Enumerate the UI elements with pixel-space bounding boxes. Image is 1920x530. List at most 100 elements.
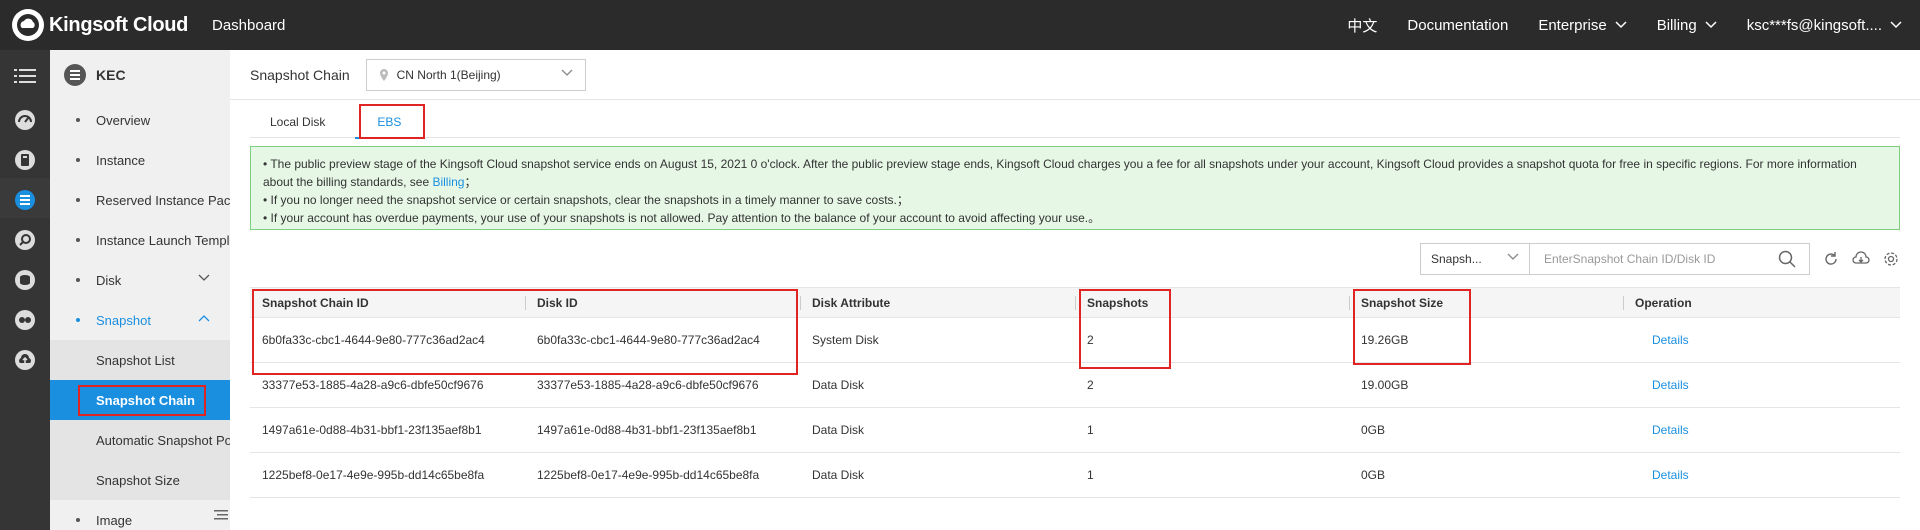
column-header-disk-attribute: Disk Attribute bbox=[800, 295, 1075, 310]
cell-disk-attribute: Data Disk bbox=[812, 468, 865, 482]
cell-disk-attribute: System Disk bbox=[812, 333, 879, 347]
search-input[interactable] bbox=[1530, 243, 1810, 275]
cell-snapshots: 2 bbox=[1087, 378, 1094, 392]
chevron-down-icon bbox=[1890, 21, 1902, 29]
sidebar-subitem-automatic-snapshot-policy[interactable]: Automatic Snapshot Policy bbox=[50, 420, 230, 460]
sidebar-item-launch-templates[interactable]: Instance Launch Templates bbox=[50, 220, 230, 260]
cell-snapshot-size: 0GB bbox=[1361, 468, 1386, 482]
details-link[interactable]: Details bbox=[1652, 333, 1689, 347]
sidebar-item-snapshot[interactable]: Snapshot bbox=[50, 300, 230, 340]
billing-notice: • The public preview stage of the Kingso… bbox=[250, 146, 1900, 230]
notice-line: • If you no longer need the snapshot ser… bbox=[263, 193, 909, 207]
search-field-select[interactable]: Snapsh... bbox=[1420, 243, 1530, 275]
region-value: CN North 1(Beijing) bbox=[396, 67, 501, 82]
cell-chain-id: 1225bef8-0e17-4e9e-995b-dd14c65be8fa bbox=[262, 468, 485, 482]
table-row: 1497a61e-0d88-4b31-bbf1-23f135aef8b1 149… bbox=[250, 408, 1900, 453]
cell-disk-attribute: Data Disk bbox=[812, 423, 865, 437]
bullet-icon bbox=[76, 118, 80, 122]
sidebar-item-instance[interactable]: Instance bbox=[50, 140, 230, 180]
refresh-icon[interactable] bbox=[1822, 250, 1840, 268]
chevron-down-icon bbox=[1705, 21, 1717, 29]
table-row: 33377e53-1885-4a28-a9c6-dbfe50cf9676 333… bbox=[250, 363, 1900, 408]
database-icon[interactable] bbox=[13, 268, 37, 292]
kec-service-icon bbox=[64, 64, 86, 86]
cloud-upload-icon[interactable] bbox=[13, 348, 37, 372]
table-toolbar: Snapsh... bbox=[1420, 243, 1900, 275]
tab-ebs[interactable]: EBS bbox=[355, 106, 424, 139]
sidebar-subitem-snapshot-list[interactable]: Snapshot List bbox=[50, 340, 230, 380]
tab-local-disk[interactable]: Local Disk bbox=[250, 106, 345, 138]
bullet-icon bbox=[76, 318, 80, 322]
cell-disk-id: 1225bef8-0e17-4e9e-995b-dd14c65be8fa bbox=[537, 468, 760, 482]
server-icon[interactable] bbox=[13, 148, 37, 172]
search-service-icon[interactable] bbox=[13, 228, 37, 252]
export-icon[interactable] bbox=[1852, 250, 1870, 268]
documentation-link[interactable]: Documentation bbox=[1407, 17, 1508, 34]
column-header-snapshots: Snapshots bbox=[1075, 295, 1349, 310]
cell-disk-attribute: Data Disk bbox=[812, 378, 865, 392]
disk-type-tabs: Local Disk EBS bbox=[250, 106, 1900, 139]
dashboard-link[interactable]: Dashboard bbox=[212, 17, 285, 34]
column-header-disk-id: Disk ID bbox=[525, 295, 800, 310]
table-row: 6b0fa33c-cbc1-4644-9e80-777c36ad2ac4 6b0… bbox=[250, 318, 1900, 363]
enterprise-label: Enterprise bbox=[1538, 16, 1607, 34]
chevron-down-icon bbox=[561, 69, 573, 76]
chevron-down-icon bbox=[1615, 21, 1627, 29]
bullet-icon bbox=[76, 238, 80, 242]
bullet-icon bbox=[76, 198, 80, 202]
billing-link[interactable]: Billing bbox=[432, 175, 464, 189]
product-rail bbox=[0, 50, 50, 530]
notice-text: ； bbox=[464, 175, 477, 189]
table-header: Snapshot Chain ID Disk ID Disk Attribute… bbox=[250, 287, 1900, 318]
location-pin-icon bbox=[379, 68, 388, 81]
sidebar-item-label: Reserved Instance Packages bbox=[96, 192, 230, 208]
sidebar-item-reserved-instance[interactable]: Reserved Instance Packages bbox=[50, 180, 230, 220]
cell-chain-id: 6b0fa33c-cbc1-4644-9e80-777c36ad2ac4 bbox=[262, 333, 485, 347]
cell-disk-id: 33377e53-1885-4a28-a9c6-dbfe50cf9676 bbox=[537, 378, 759, 392]
gear-icon[interactable] bbox=[1882, 250, 1900, 268]
brand-logo[interactable]: Kingsoft Cloud bbox=[12, 9, 200, 41]
kec-icon[interactable] bbox=[13, 188, 37, 212]
billing-menu[interactable]: Billing bbox=[1657, 17, 1717, 34]
details-link[interactable]: Details bbox=[1652, 468, 1689, 482]
search-box bbox=[1530, 243, 1810, 275]
main-content: Snapshot Chain CN North 1(Beijing) Local… bbox=[230, 50, 1920, 530]
sidebar-item-label: Snapshot bbox=[96, 312, 151, 328]
enterprise-menu[interactable]: Enterprise bbox=[1538, 16, 1627, 34]
network-icon[interactable] bbox=[13, 308, 37, 332]
details-link[interactable]: Details bbox=[1652, 378, 1689, 392]
sidebar-item-image[interactable]: Image bbox=[50, 500, 230, 530]
account-menu[interactable]: ksc***fs@kingsoft.... bbox=[1747, 17, 1902, 34]
cell-snapshot-size: 0GB bbox=[1361, 423, 1386, 437]
kec-sidebar: KEC Overview Instance Reserved Instance … bbox=[50, 50, 230, 530]
cell-snapshot-size: 19.26GB bbox=[1361, 333, 1409, 347]
notice-line: • The public preview stage of the Kingso… bbox=[263, 157, 1857, 171]
collapse-sidebar-icon[interactable] bbox=[213, 507, 229, 523]
bullet-icon bbox=[76, 278, 80, 282]
cell-snapshot-size: 19.00GB bbox=[1361, 378, 1409, 392]
brand-name: Kingsoft Cloud bbox=[49, 13, 189, 36]
sidebar-subitem-snapshot-chain[interactable]: Snapshot Chain bbox=[50, 380, 230, 420]
chevron-down-icon bbox=[1507, 253, 1519, 260]
sidebar-item-disk[interactable]: Disk bbox=[50, 260, 230, 300]
cell-disk-id: 1497a61e-0d88-4b31-bbf1-23f135aef8b1 bbox=[537, 423, 757, 437]
language-switch[interactable]: 中文 bbox=[1347, 15, 1377, 36]
menu-icon[interactable] bbox=[13, 64, 37, 88]
chevron-up-icon bbox=[198, 315, 210, 322]
notice-line: about the billing standards, see Billing… bbox=[263, 173, 1887, 191]
notice-line: • If your account has overdue payments, … bbox=[263, 211, 1101, 225]
cell-operation: Details bbox=[1623, 468, 1900, 482]
cell-chain-id: 1497a61e-0d88-4b31-bbf1-23f135aef8b1 bbox=[262, 423, 482, 437]
cell-chain-id: 33377e53-1885-4a28-a9c6-dbfe50cf9676 bbox=[262, 378, 484, 392]
search-icon[interactable] bbox=[1778, 250, 1796, 268]
dashboard-gauge-icon[interactable] bbox=[13, 108, 37, 132]
bullet-icon bbox=[76, 518, 80, 522]
sidebar-subitem-snapshot-size[interactable]: Snapshot Size bbox=[50, 460, 230, 500]
chevron-down-icon bbox=[198, 274, 210, 281]
cloud-logo-icon bbox=[12, 9, 44, 41]
region-select[interactable]: CN North 1(Beijing) bbox=[365, 58, 586, 91]
details-link[interactable]: Details bbox=[1652, 423, 1689, 437]
search-field-value: Snapsh... bbox=[1431, 252, 1482, 266]
sidebar-item-label: Instance Launch Templates bbox=[96, 232, 230, 248]
sidebar-item-overview[interactable]: Overview bbox=[50, 100, 230, 140]
